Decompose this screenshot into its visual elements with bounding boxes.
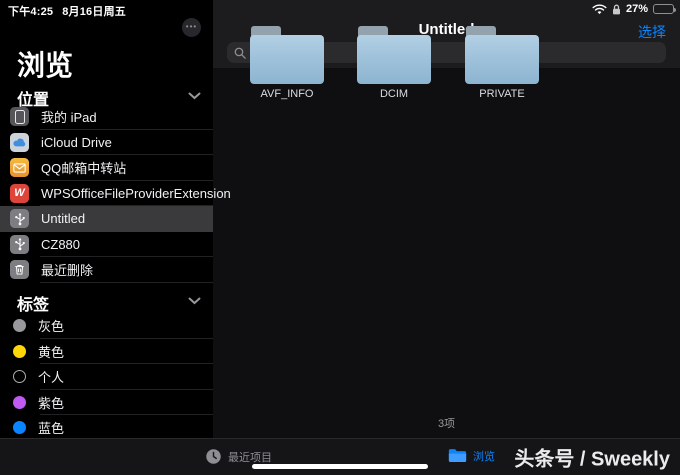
- tag-item-purple[interactable]: 紫色: [0, 390, 213, 416]
- status-date: 8月16日周五: [62, 6, 126, 18]
- tag-item-personal[interactable]: 个人: [0, 364, 213, 390]
- tab-browse[interactable]: 浏览: [448, 448, 495, 464]
- folder-private[interactable]: PRIVATE: [465, 26, 539, 100]
- sidebar-item-untitled[interactable]: Untitled: [0, 206, 213, 232]
- icloud-icon: [10, 132, 29, 152]
- battery-percent: 27%: [625, 3, 648, 15]
- main-content: Untitled 选择 AVF_INFO DCIM PRIVATE 3项: [213, 0, 680, 438]
- tag-color-dot: [13, 344, 26, 358]
- battery-icon: [653, 4, 676, 14]
- folder-icon: [448, 448, 467, 464]
- tag-label: 灰色: [38, 319, 65, 335]
- sidebar-item-label: CZ880: [41, 236, 81, 252]
- tag-color-dot: [13, 421, 26, 435]
- sidebar-item-recently-deleted[interactable]: 最近删除: [0, 257, 213, 283]
- clock-icon: [205, 448, 222, 465]
- sidebar-item-label: QQ邮箱中转站: [41, 161, 127, 177]
- sidebar: ••• 浏览 位置 我的 iPad iCloud Drive QQ邮箱中转站 W…: [0, 0, 231, 441]
- files-app-screen: 下午4:25 8月16日周五 27% ••• 浏览 位置 我的 iPad iCl…: [0, 0, 680, 475]
- tab-label: 浏览: [473, 451, 495, 463]
- tag-color-dot: [13, 395, 26, 409]
- folder-name: DCIM: [379, 88, 409, 100]
- tag-item-yellow[interactable]: 黄色: [0, 339, 213, 365]
- sidebar-item-label: iCloud Drive: [41, 134, 112, 150]
- wps-icon: W: [10, 183, 29, 203]
- folder-icon: [250, 26, 324, 84]
- sidebar-item-label: WPSOfficeFileProviderExtension: [41, 185, 231, 201]
- tag-item-blue[interactable]: 蓝色: [0, 415, 213, 441]
- select-button[interactable]: 选择: [638, 22, 666, 42]
- watermark: 头条号 / Sweekly: [514, 448, 670, 471]
- more-options-button[interactable]: •••: [182, 18, 201, 37]
- usb-icon: [10, 234, 29, 254]
- folder-icon: [465, 26, 539, 84]
- status-time: 下午4:25: [8, 6, 54, 18]
- item-count: 3项: [437, 418, 456, 430]
- wifi-icon: [592, 3, 607, 15]
- qq-mail-icon: [10, 158, 29, 178]
- folder-name: AVF_INFO: [260, 88, 314, 100]
- tag-color-dot: [13, 319, 26, 333]
- sidebar-item-my-ipad[interactable]: 我的 iPad: [0, 104, 213, 130]
- tag-label: 紫色: [38, 395, 65, 411]
- usb-icon: [10, 209, 29, 229]
- locations-list: 我的 iPad iCloud Drive QQ邮箱中转站 W WPSOffice…: [0, 104, 231, 283]
- tag-label: 黄色: [38, 344, 65, 360]
- tag-label: 蓝色: [38, 421, 65, 437]
- home-indicator[interactable]: [252, 464, 428, 469]
- sidebar-item-label: 我的 iPad: [41, 110, 97, 126]
- sidebar-item-cz880[interactable]: CZ880: [0, 232, 213, 258]
- folder-dcim[interactable]: DCIM: [357, 26, 431, 100]
- ipad-icon: [10, 107, 29, 127]
- folder-icon: [357, 26, 431, 84]
- rotation-lock-icon: [612, 4, 621, 15]
- tag-item-gray[interactable]: 灰色: [0, 313, 213, 339]
- trash-icon: [10, 260, 29, 280]
- tab-recents[interactable]: 最近项目: [205, 448, 272, 465]
- tags-section-header[interactable]: 标签: [17, 291, 49, 315]
- tag-color-dot: [13, 370, 26, 384]
- chevron-down-icon[interactable]: [188, 297, 201, 305]
- folder-name: PRIVATE: [479, 88, 525, 100]
- sidebar-item-label: Untitled: [41, 211, 86, 227]
- sidebar-item-qq-mail[interactable]: QQ邮箱中转站: [0, 155, 213, 181]
- tags-list: 灰色 黄色 个人 紫色 蓝色: [0, 313, 213, 441]
- sidebar-item-icloud-drive[interactable]: iCloud Drive: [0, 130, 213, 156]
- tag-label: 个人: [38, 370, 65, 386]
- tab-label: 最近项目: [228, 451, 272, 464]
- tab-bar: 最近项目 浏览 头条号 / Sweekly: [0, 438, 680, 475]
- chevron-down-icon[interactable]: [188, 92, 201, 100]
- sidebar-title: 浏览: [17, 50, 74, 81]
- search-icon: [234, 47, 246, 59]
- folder-avf-info[interactable]: AVF_INFO: [250, 26, 324, 100]
- sidebar-item-label: 最近删除: [41, 263, 94, 279]
- sidebar-item-wps[interactable]: W WPSOfficeFileProviderExtension: [0, 181, 231, 207]
- status-bar: 下午4:25 8月16日周五 27%: [0, 0, 680, 18]
- status-time-date: 下午4:25 8月16日周五: [8, 3, 135, 19]
